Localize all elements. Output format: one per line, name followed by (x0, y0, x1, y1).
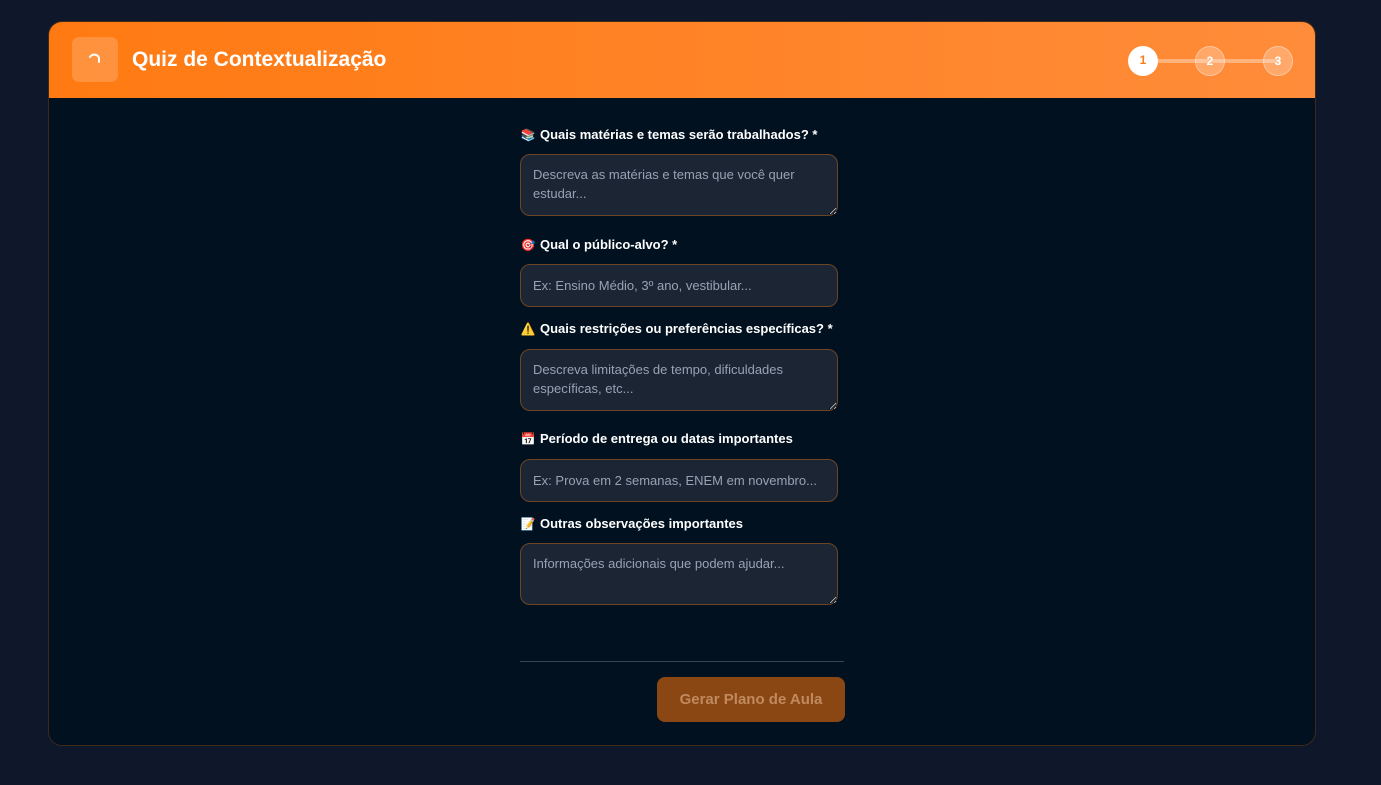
quiz-card: Quiz de Contextualização 1 2 3 📚 Quais ma… (48, 21, 1316, 746)
page-title: Quiz de Contextualização (132, 48, 387, 71)
notes-label: 📝 Outras observações importantes (520, 515, 838, 533)
header-logo (72, 37, 118, 82)
audience-input[interactable] (520, 264, 838, 307)
deadline-label: 📅 Período de entrega ou datas importantes (520, 430, 838, 448)
restrictions-label-text: Quais restrições ou preferências específ… (540, 321, 833, 336)
restrictions-label: ⚠️ Quais restrições ou preferências espec… (520, 320, 838, 338)
step-1: 1 (1128, 46, 1158, 76)
subjects-field: 📚 Quais matérias e temas serão trabalhado… (520, 126, 838, 216)
deadline-input[interactable] (520, 459, 838, 502)
notes-label-text: Outras observações importantes (540, 516, 744, 531)
restrictions-field: ⚠️ Quais restrições ou preferências espec… (520, 320, 838, 411)
books-icon: 📚 (520, 128, 536, 142)
subjects-label-text: Quais matérias e temas serão trabalhados… (540, 127, 818, 142)
form-divider (520, 661, 844, 662)
progress-stepper: 1 2 3 (1128, 45, 1294, 76)
deadline-field: 📅 Período de entrega ou datas importantes (520, 430, 838, 502)
subjects-textarea[interactable] (520, 154, 838, 216)
notes-textarea[interactable] (520, 543, 838, 605)
audience-field: 🎯 Qual o público-alvo? * (520, 236, 838, 307)
generate-plan-button[interactable]: Gerar Plano de Aula (657, 677, 845, 722)
warning-icon: ⚠️ (520, 322, 536, 336)
quiz-header: Quiz de Contextualização 1 2 3 (49, 22, 1315, 98)
target-icon: 🎯 (520, 238, 536, 252)
loading-spinner-icon (89, 53, 100, 63)
audience-label: 🎯 Qual o público-alvo? * (520, 236, 838, 254)
restrictions-textarea[interactable] (520, 349, 838, 411)
deadline-label-text: Período de entrega ou datas importantes (540, 431, 793, 446)
audience-label-text: Qual o público-alvo? * (540, 237, 678, 252)
calendar-icon: 📅 (520, 432, 536, 446)
step-3: 3 (1263, 46, 1293, 76)
notes-field: 📝 Outras observações importantes (520, 515, 838, 605)
subjects-label: 📚 Quais matérias e temas serão trabalhado… (520, 126, 838, 144)
step-2: 2 (1195, 46, 1225, 76)
memo-icon: 📝 (520, 517, 536, 531)
